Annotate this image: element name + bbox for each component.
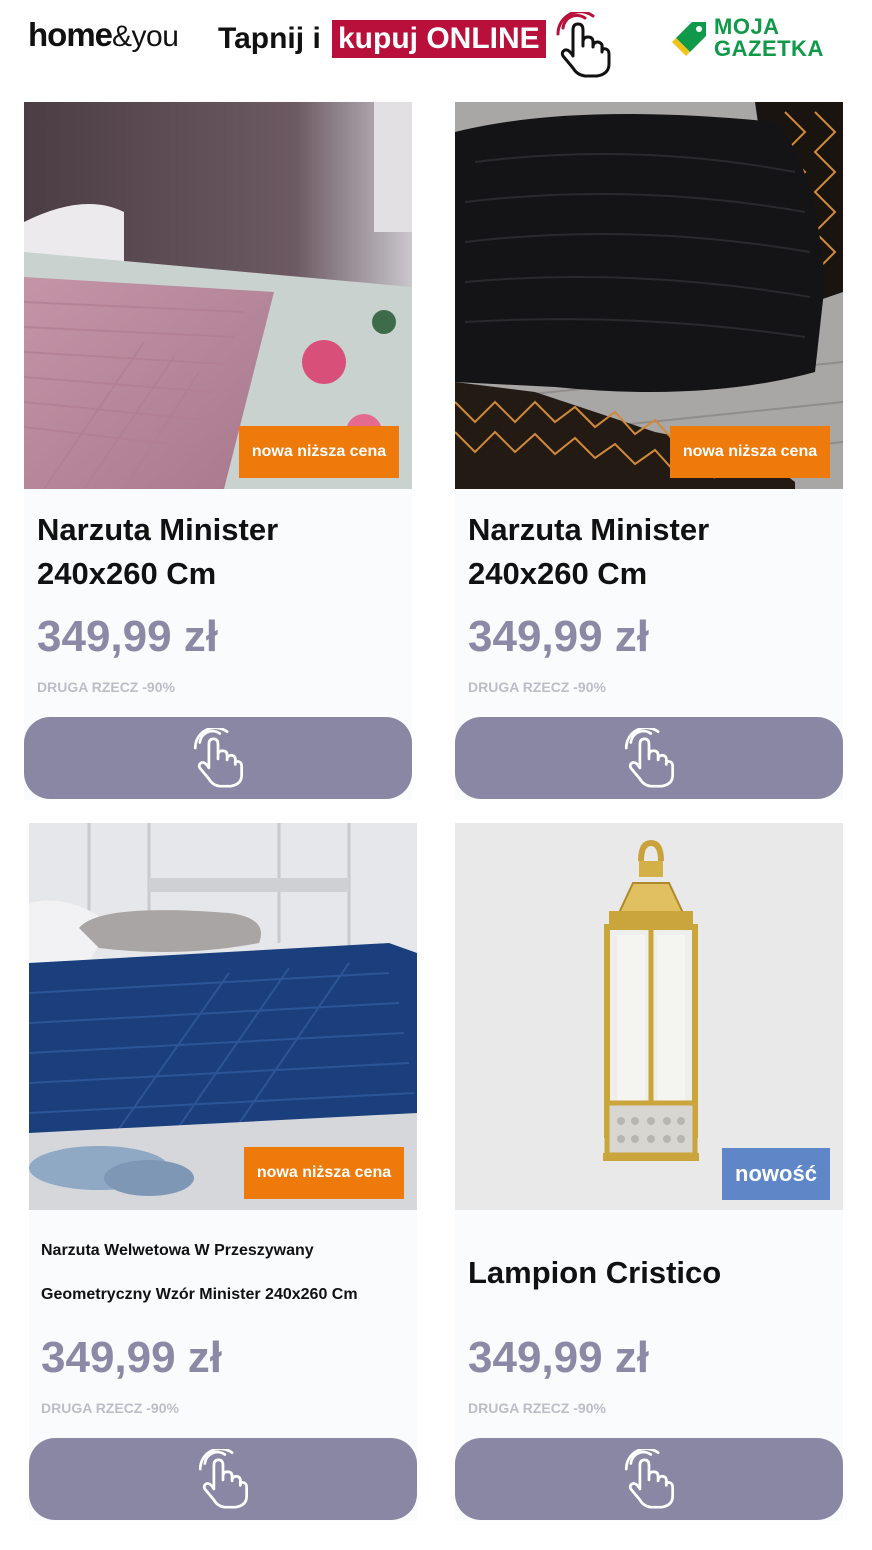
tap-text: Tapnij i	[218, 22, 321, 55]
price-drop-badge: nowa niższa cena	[239, 426, 399, 478]
moja-gazetka-logo[interactable]: MOJA GAZETKA	[672, 16, 844, 64]
product-image-gold-lantern[interactable]: nowość	[455, 823, 843, 1210]
promo-text: DRUGA RZECZ -90%	[37, 679, 175, 695]
product-price: 349,99 zł	[37, 612, 219, 661]
product-title: Narzuta Minister 240x260 Cm	[37, 508, 278, 596]
product-card: nowa niższa cena Narzuta Minister 240x26…	[455, 102, 843, 800]
moja-line1: MOJA	[714, 14, 780, 39]
product-image-navy-bedspread[interactable]: nowa niższa cena	[29, 823, 417, 1210]
buy-online-button[interactable]	[24, 717, 412, 799]
product-price: 349,99 zł	[468, 1333, 650, 1382]
product-title: Narzuta Welwetowa W Przeszywany Geometry…	[41, 1229, 358, 1317]
shop-online-banner[interactable]: kupuj ONLINE	[332, 20, 546, 58]
product-title-line1: Lampion Cristico	[468, 1255, 722, 1290]
brand-rest: &you	[112, 20, 179, 53]
brand-home: home	[28, 16, 113, 53]
promo-text: DRUGA RZECZ -90%	[41, 1400, 179, 1416]
hand-pointer-icon	[198, 1449, 249, 1509]
product-title-line1: Narzuta Welwetowa W Przeszywany	[41, 1242, 314, 1259]
hand-pointer-icon	[193, 728, 244, 788]
hand-pointer-icon	[624, 728, 674, 788]
product-title-line2: Geometryczny Wzór Minister 240x260 Cm	[41, 1286, 358, 1303]
product-card: nowa niższa cena Narzuta Minister 240x26…	[24, 102, 412, 800]
product-title: Lampion Cristico	[468, 1251, 721, 1295]
product-image-pink-bedspread[interactable]: nowa niższa cena	[24, 102, 412, 489]
price-drop-badge: nowa niższa cena	[244, 1147, 404, 1199]
promo-text: DRUGA RZECZ -90%	[468, 1400, 606, 1416]
header: home &you Tapnij i kupuj ONLINE MOJA GAZ…	[0, 0, 872, 92]
price-tag-icon	[672, 22, 706, 56]
promo-text: DRUGA RZECZ -90%	[468, 679, 606, 695]
price-drop-badge: nowa niższa cena	[670, 426, 830, 478]
product-title: Narzuta Minister 240x260 Cm	[468, 508, 709, 596]
product-card: nowość Lampion Cristico 349,99 zł DRUGA …	[455, 823, 843, 1521]
product-price: 349,99 zł	[41, 1333, 223, 1382]
buy-online-button[interactable]	[455, 1438, 843, 1520]
moja-line2: GAZETKA	[714, 36, 824, 61]
buy-online-button[interactable]	[455, 717, 843, 799]
moja-gazetka-text: MOJA GAZETKA	[714, 16, 824, 60]
product-title-line2: 240x260 Cm	[468, 556, 648, 591]
hand-pointer-icon	[624, 1449, 674, 1509]
product-title-line1: Narzuta Minister	[37, 512, 279, 547]
new-product-badge: nowość	[722, 1148, 830, 1200]
hand-pointer-icon[interactable]	[555, 12, 611, 78]
product-image-black-bedspread[interactable]: nowa niższa cena	[455, 102, 843, 489]
product-card: nowa niższa cena Narzuta Welwetowa W Prz…	[29, 823, 417, 1521]
product-price: 349,99 zł	[468, 612, 650, 661]
product-title-line1: Narzuta Minister	[468, 512, 710, 547]
home-and-you-logo[interactable]: home &you	[28, 16, 179, 56]
product-title-line2: 240x260 Cm	[37, 556, 217, 591]
buy-online-button[interactable]	[29, 1438, 417, 1520]
